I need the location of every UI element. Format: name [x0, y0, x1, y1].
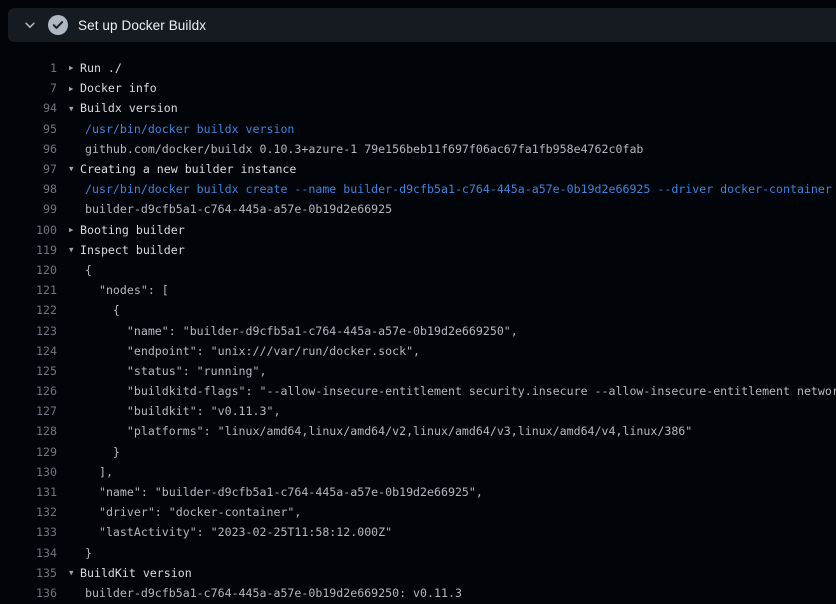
log-group-line: 94▼Buildx version: [0, 98, 836, 118]
line-number[interactable]: 133: [0, 525, 57, 539]
line-number[interactable]: 1: [0, 61, 57, 75]
line-number[interactable]: 99: [0, 202, 57, 216]
output-text: "buildkit": "v0.11.3",: [57, 404, 280, 418]
check-circle-icon: [48, 15, 68, 35]
output-text: "platforms": "linux/amd64,linux/amd64/v2…: [57, 424, 692, 438]
line-number[interactable]: 131: [0, 485, 57, 499]
triangle-right-icon[interactable]: ▶: [57, 64, 80, 72]
output-text: }: [57, 546, 92, 560]
output-text: {: [57, 263, 92, 277]
output-text: "driver": "docker-container",: [57, 505, 301, 519]
log-line: 131 "name": "builder-d9cfb5a1-c764-445a-…: [0, 482, 836, 502]
log-line: 125 "status": "running",: [0, 361, 836, 381]
log-line: 129 }: [0, 442, 836, 462]
log-line: 134}: [0, 543, 836, 563]
log-group-line: 7▶Docker info: [0, 78, 836, 98]
output-text: "name": "builder-d9cfb5a1-c764-445a-a57e…: [57, 485, 483, 499]
group-title[interactable]: Buildx version: [80, 101, 178, 115]
line-number[interactable]: 95: [0, 122, 57, 136]
line-number[interactable]: 130: [0, 465, 57, 479]
group-title[interactable]: Run ./: [80, 61, 122, 75]
command-text: /usr/bin/docker buildx create --name bui…: [57, 182, 832, 196]
output-text: }: [57, 445, 120, 459]
line-number[interactable]: 124: [0, 344, 57, 358]
output-text: builder-d9cfb5a1-c764-445a-a57e-0b19d2e6…: [57, 586, 462, 600]
group-title[interactable]: BuildKit version: [80, 566, 192, 580]
triangle-down-icon[interactable]: ▼: [57, 105, 80, 113]
log-line: 127 "buildkit": "v0.11.3",: [0, 401, 836, 421]
log-group-line: 1▶Run ./: [0, 58, 836, 78]
log-line: 124 "endpoint": "unix:///var/run/docker.…: [0, 341, 836, 361]
log-line: 120{: [0, 260, 836, 280]
output-text: "buildkitd-flags": "--allow-insecure-ent…: [57, 384, 836, 398]
log-group-line: 135▼BuildKit version: [0, 563, 836, 583]
log-group-line: 100▶Booting builder: [0, 220, 836, 240]
log-line: 98/usr/bin/docker buildx create --name b…: [0, 179, 836, 199]
log-line: 95/usr/bin/docker buildx version: [0, 119, 836, 139]
step-header[interactable]: Set up Docker Buildx: [8, 8, 836, 42]
triangle-right-icon[interactable]: ▶: [57, 226, 80, 234]
log-line: 136builder-d9cfb5a1-c764-445a-a57e-0b19d…: [0, 583, 836, 603]
line-number[interactable]: 134: [0, 546, 57, 560]
output-text: builder-d9cfb5a1-c764-445a-a57e-0b19d2e6…: [57, 202, 392, 216]
line-number[interactable]: 126: [0, 384, 57, 398]
line-number[interactable]: 119: [0, 243, 57, 257]
step-title: Set up Docker Buildx: [78, 18, 206, 33]
log-lines: 1▶Run ./7▶Docker info94▼Buildx version95…: [0, 42, 836, 603]
output-text: "status": "running",: [57, 364, 266, 378]
log-line: 133 "lastActivity": "2023-02-25T11:58:12…: [0, 522, 836, 542]
line-number[interactable]: 129: [0, 445, 57, 459]
triangle-down-icon[interactable]: ▼: [57, 569, 80, 577]
log-line: 122 {: [0, 300, 836, 320]
command-text: /usr/bin/docker buildx version: [57, 122, 294, 136]
output-text: {: [57, 303, 120, 317]
output-text: "name": "builder-d9cfb5a1-c764-445a-a57e…: [57, 324, 518, 338]
line-number[interactable]: 125: [0, 364, 57, 378]
output-text: github.com/docker/buildx 0.10.3+azure-1 …: [57, 142, 643, 156]
group-title[interactable]: Inspect builder: [80, 243, 185, 257]
line-number[interactable]: 7: [0, 81, 57, 95]
line-number[interactable]: 136: [0, 586, 57, 600]
chevron-down-icon[interactable]: [22, 17, 38, 33]
line-number[interactable]: 120: [0, 263, 57, 277]
line-number[interactable]: 135: [0, 566, 57, 580]
line-number[interactable]: 132: [0, 505, 57, 519]
log-line: 132 "driver": "docker-container",: [0, 502, 836, 522]
log-group-line: 97▼Creating a new builder instance: [0, 159, 836, 179]
output-text: ],: [57, 465, 113, 479]
output-text: "nodes": [: [57, 283, 169, 297]
triangle-right-icon[interactable]: ▶: [57, 85, 80, 93]
group-title[interactable]: Creating a new builder instance: [80, 162, 296, 176]
group-title[interactable]: Docker info: [80, 81, 157, 95]
line-number[interactable]: 121: [0, 283, 57, 297]
log-line: 121 "nodes": [: [0, 280, 836, 300]
triangle-down-icon[interactable]: ▼: [57, 246, 80, 254]
line-number[interactable]: 127: [0, 404, 57, 418]
line-number[interactable]: 97: [0, 162, 57, 176]
log-line: 126 "buildkitd-flags": "--allow-insecure…: [0, 381, 836, 401]
line-number[interactable]: 128: [0, 424, 57, 438]
line-number[interactable]: 123: [0, 324, 57, 338]
line-number[interactable]: 98: [0, 182, 57, 196]
log-line: 99builder-d9cfb5a1-c764-445a-a57e-0b19d2…: [0, 199, 836, 219]
output-text: "endpoint": "unix:///var/run/docker.sock…: [57, 344, 420, 358]
triangle-down-icon[interactable]: ▼: [57, 165, 80, 173]
group-title[interactable]: Booting builder: [80, 223, 185, 237]
line-number[interactable]: 96: [0, 142, 57, 156]
log-line: 96github.com/docker/buildx 0.10.3+azure-…: [0, 139, 836, 159]
output-text: "lastActivity": "2023-02-25T11:58:12.000…: [57, 525, 392, 539]
log-line: 123 "name": "builder-d9cfb5a1-c764-445a-…: [0, 320, 836, 340]
line-number[interactable]: 94: [0, 101, 57, 115]
line-number[interactable]: 122: [0, 303, 57, 317]
log-group-line: 119▼Inspect builder: [0, 240, 836, 260]
log-line: 128 "platforms": "linux/amd64,linux/amd6…: [0, 421, 836, 441]
log-line: 130 ],: [0, 462, 836, 482]
line-number[interactable]: 100: [0, 223, 57, 237]
